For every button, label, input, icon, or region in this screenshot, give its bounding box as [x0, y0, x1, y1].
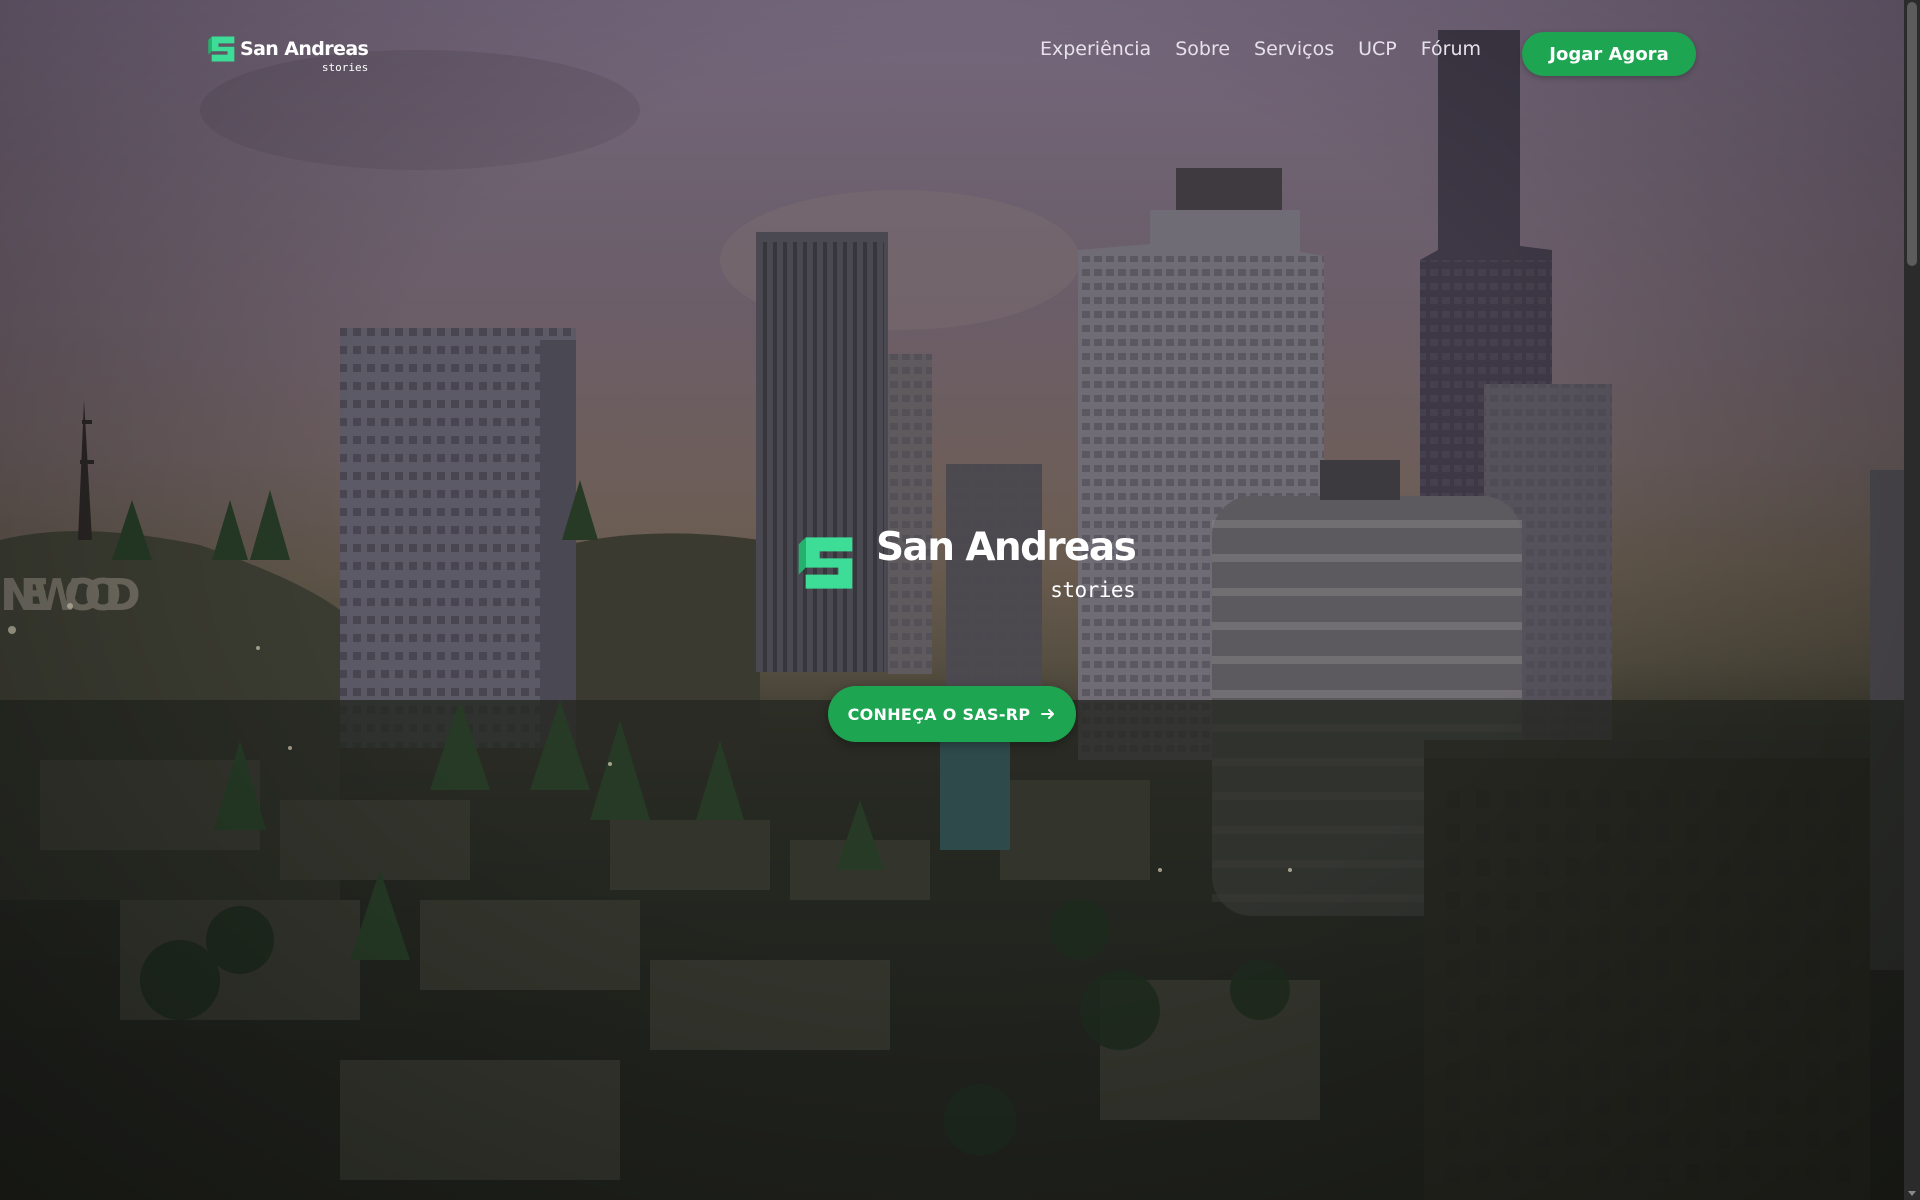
logo-tagline: stories [321, 60, 369, 74]
hero-logo-title: San Andreas [876, 525, 1137, 570]
page-scrollbar[interactable] [1904, 0, 1920, 1200]
scrollbar-thumb[interactable] [1907, 2, 1917, 266]
logo-mark-icon [798, 537, 853, 589]
hero-logo-tagline: stories [1050, 578, 1136, 602]
main-nav: Experiência Sobre Serviços UCP Fórum [1040, 38, 1505, 60]
arrow-right-icon [1041, 709, 1055, 719]
nav-link-experiencia[interactable]: Experiência [1040, 38, 1151, 60]
nav-link-sobre[interactable]: Sobre [1175, 38, 1230, 60]
hero-section: INEWOOD San Andreas stories Experiência … [0, 0, 1904, 1200]
city-skyline-background: INEWOOD [0, 30, 1904, 1200]
hero-logo: San Andreas stories [794, 525, 1137, 601]
scroll-down-arrow-icon[interactable] [1908, 1191, 1916, 1196]
nav-link-ucp[interactable]: UCP [1358, 38, 1397, 60]
header-logo[interactable]: San Andreas stories [206, 32, 369, 73]
logo-title: San Andreas [240, 37, 369, 60]
nav-link-servicos[interactable]: Serviços [1254, 38, 1334, 60]
logo-wordmark: San Andreas stories [240, 37, 369, 73]
learn-more-button[interactable]: CONHEÇA O SAS-RP [828, 686, 1076, 742]
play-now-button[interactable]: Jogar Agora [1522, 32, 1696, 76]
cta-label: CONHEÇA O SAS-RP [847, 704, 1031, 724]
logo-mark-icon [208, 36, 235, 62]
hero-wordmark: San Andreas stories [864, 525, 1137, 601]
svg-text:INEWOOD: INEWOOD [0, 570, 141, 621]
nav-link-forum[interactable]: Fórum [1421, 38, 1481, 60]
